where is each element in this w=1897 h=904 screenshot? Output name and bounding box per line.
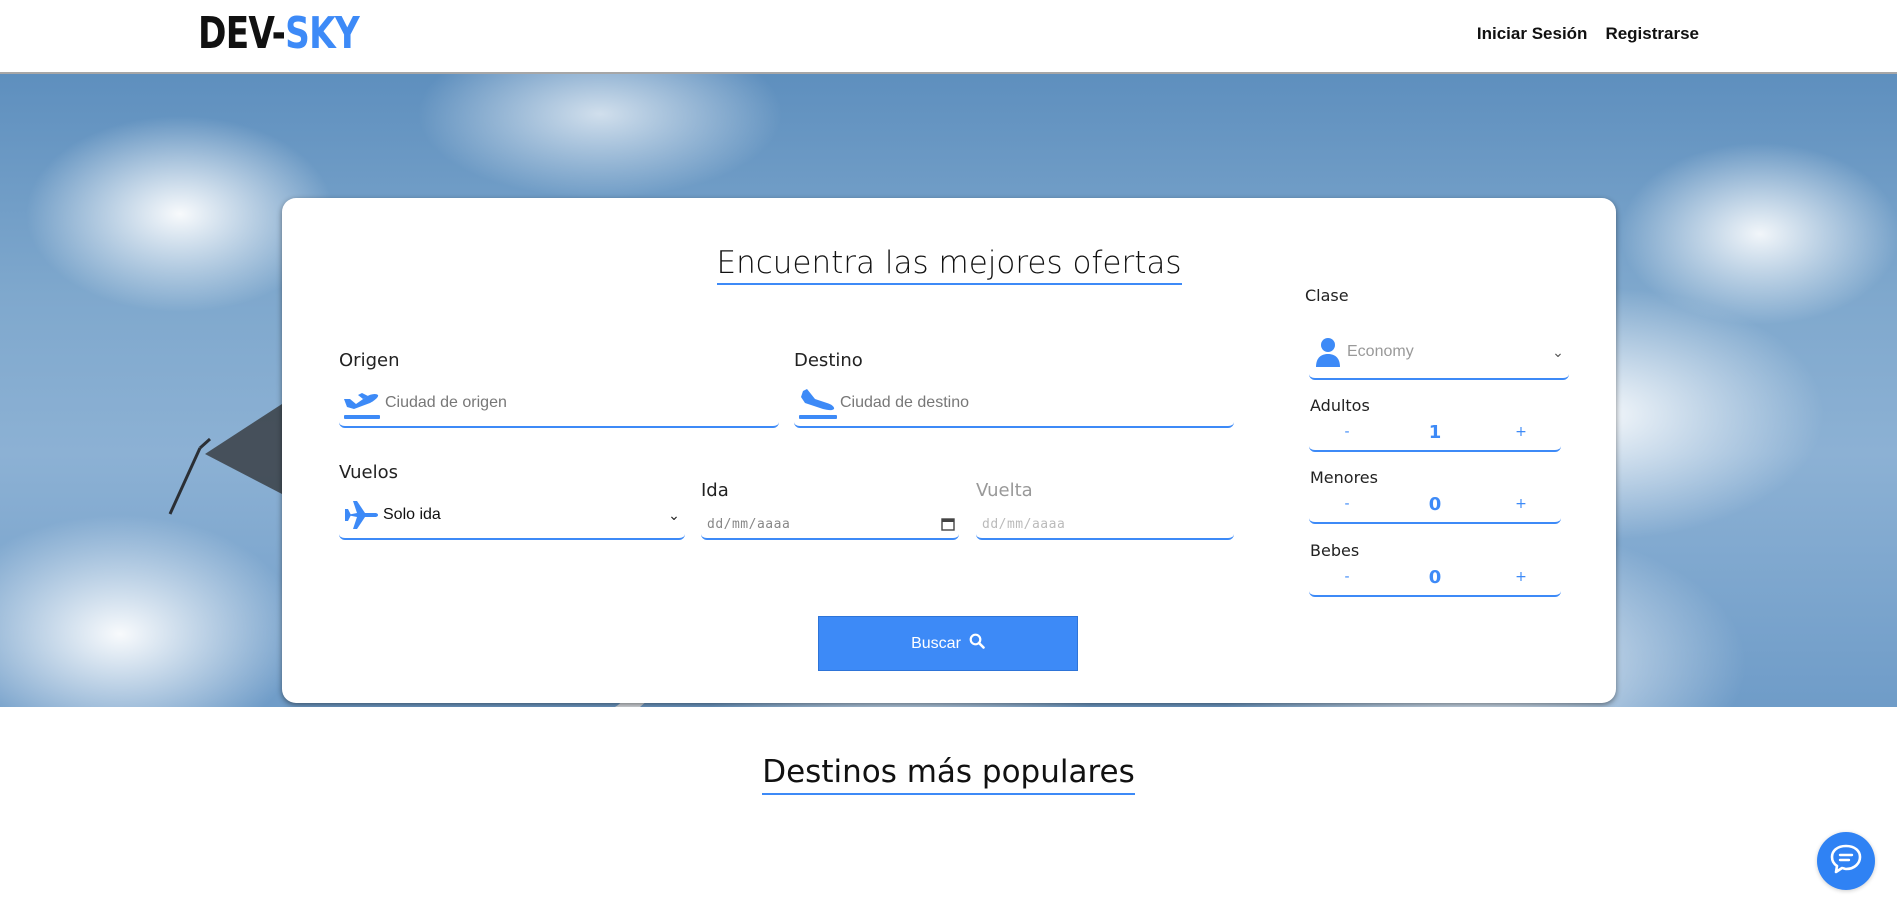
search-icon [969, 633, 985, 654]
destination-input[interactable] [840, 394, 1234, 412]
chevron-down-icon: ⌄ [668, 506, 680, 523]
minors-label: Menores [1310, 468, 1378, 487]
return-date-field[interactable]: dd/mm/aaaa [976, 510, 1234, 540]
destination-field[interactable] [794, 380, 1234, 428]
popular-destinations-title: Destinos más populares [762, 754, 1135, 795]
flight-type-value: Solo ida [383, 506, 441, 523]
hero-banner: Encuentra las mejores ofertas Origen Des… [0, 74, 1897, 707]
class-label: Clase [1305, 286, 1349, 305]
brand-logo[interactable]: DEV-SKY [198, 8, 360, 60]
plane-landing-icon [794, 385, 840, 421]
return-label: Vuelta [976, 480, 1033, 501]
chat-button[interactable] [1817, 832, 1875, 890]
flight-type-select[interactable]: Solo ida ⌄ [339, 492, 685, 540]
departure-date-field[interactable]: dd/mm/aaaa [701, 510, 959, 540]
minors-plus-button[interactable]: + [1509, 496, 1533, 512]
return-date-placeholder: dd/mm/aaaa [982, 516, 1066, 532]
user-icon [1309, 337, 1347, 367]
adults-plus-button[interactable]: + [1509, 424, 1533, 440]
departure-label: Ida [701, 480, 729, 501]
flights-label: Vuelos [339, 462, 398, 483]
top-navbar: DEV-SKY Iniciar Sesión Registrarse [0, 0, 1897, 74]
calendar-icon[interactable] [937, 517, 959, 531]
babies-label: Bebes [1310, 541, 1360, 560]
search-button[interactable]: Buscar [818, 616, 1078, 671]
plane-takeoff-icon [339, 385, 385, 421]
origin-input[interactable] [385, 394, 779, 412]
destination-label: Destino [794, 350, 863, 371]
babies-plus-button[interactable]: + [1509, 569, 1533, 585]
chat-icon [1829, 842, 1863, 881]
search-title: Encuentra las mejores ofertas [716, 245, 1182, 285]
origin-field[interactable] [339, 380, 779, 428]
search-button-label: Buscar [911, 634, 961, 652]
register-link[interactable]: Registrarse [1605, 24, 1699, 44]
class-select[interactable]: Economy ⌄ [1309, 326, 1569, 380]
minors-counter: - 0 + [1309, 494, 1561, 524]
logo-part-dev: DEV- [198, 8, 286, 59]
login-link[interactable]: Iniciar Sesión [1477, 24, 1588, 44]
flight-search-card: Encuentra las mejores ofertas Origen Des… [282, 198, 1616, 703]
logo-part-sky: SKY [285, 8, 360, 59]
auth-nav: Iniciar Sesión Registrarse [1477, 24, 1699, 44]
class-value: Economy [1347, 343, 1414, 360]
babies-counter: - 0 + [1309, 567, 1561, 597]
adults-counter: - 1 + [1309, 422, 1561, 452]
airplane-icon [339, 497, 383, 533]
departure-date-placeholder: dd/mm/aaaa [707, 516, 791, 532]
adults-label: Adultos [1310, 396, 1370, 415]
chevron-down-icon: ⌄ [1552, 343, 1564, 360]
origin-label: Origen [339, 350, 400, 371]
